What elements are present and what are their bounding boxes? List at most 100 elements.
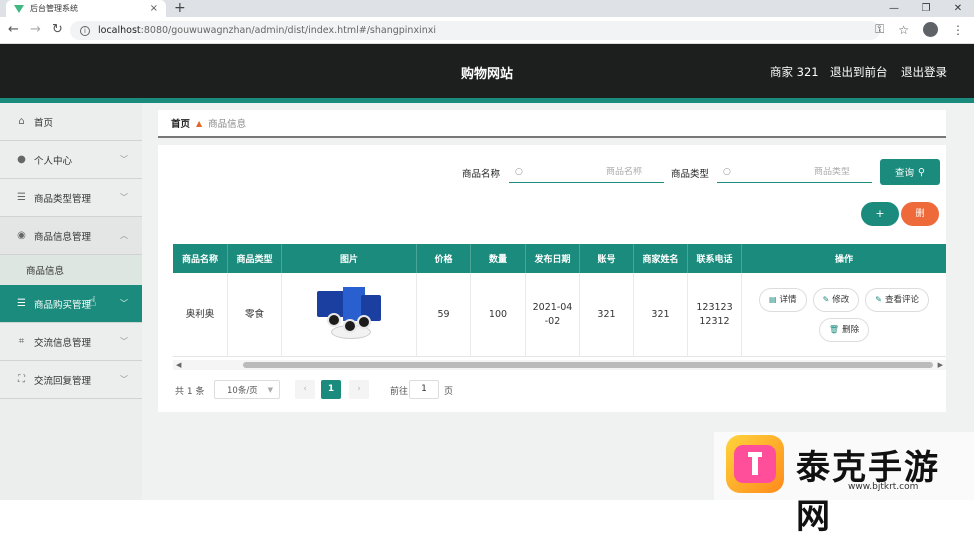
new-tab-icon[interactable]: + (174, 0, 186, 16)
page-number-current[interactable]: 1 (321, 380, 341, 399)
back-to-front-link[interactable]: 退出到前台 (830, 64, 888, 80)
delete-label: 删除 (842, 325, 860, 335)
location-icon: ◉ (17, 230, 26, 241)
more-menu-icon[interactable]: ⋮ (952, 23, 964, 37)
reload-icon[interactable]: ↻ (52, 21, 63, 39)
close-tab-icon[interactable]: × (150, 3, 158, 14)
key-icon[interactable]: ⚿ (875, 22, 884, 37)
cell-date: 2021-04-02 (526, 273, 580, 357)
detail-button[interactable]: ▤ 详情 (758, 288, 807, 312)
profile-avatar-icon[interactable] (923, 22, 938, 37)
goto-label: 前往 (390, 387, 409, 397)
search-icon: ○ (515, 166, 523, 177)
logo-t-stem (752, 455, 758, 475)
product-type-field[interactable]: ○ (717, 161, 872, 183)
sidebar-item-label: 交流回复管理 (34, 375, 92, 387)
logout-link[interactable]: 退出登录 (901, 64, 947, 80)
table-horizontal-scrollbar[interactable]: ◀ ▶ (173, 360, 946, 370)
column-header: 发布日期 (526, 244, 580, 273)
url-text: localhost:8080/gouwuwagnzhan/admin/dist/… (98, 25, 436, 36)
next-page-button[interactable]: › (349, 380, 369, 399)
sidebar-item-purchase[interactable]: ☰ 商品购买管理 ﹀ (0, 285, 142, 323)
vue-logo-icon (14, 4, 24, 13)
prev-page-button[interactable]: ‹ (295, 380, 315, 399)
browser-tab[interactable]: 后台管理系统 × (6, 0, 166, 17)
info-icon[interactable]: i (80, 25, 90, 36)
product-name-input[interactable] (509, 166, 664, 177)
chevron-down-icon: ﹀ (120, 375, 128, 384)
scroll-left-icon[interactable]: ◀ (176, 360, 181, 370)
window-controls: — ❐ ✕ (878, 0, 974, 17)
site-title: 购物网站 (460, 67, 513, 82)
cookie (327, 313, 341, 327)
app-header: 购物网站 商家 321 退出到前台 退出登录 (0, 44, 974, 98)
batch-delete-button[interactable]: 删 (901, 202, 939, 226)
search-icon: ○ (723, 166, 731, 177)
view-reviews-button[interactable]: ✎ 查看评论 (865, 288, 929, 312)
scroll-thumb[interactable] (243, 362, 933, 368)
window-close-icon[interactable]: ✕ (942, 0, 974, 17)
reviews-label: 查看评论 (884, 295, 919, 305)
star-icon[interactable]: ☆ (898, 23, 909, 37)
edit-icon: ✎ (822, 295, 830, 304)
column-header: 价格 (417, 244, 471, 273)
product-type-label: 商品类型 (671, 169, 710, 180)
cell-phone: 12312312312 (688, 273, 742, 357)
delete-button[interactable]: 🗑 删除 (818, 318, 870, 342)
sidebar-item-label: 交流信息管理 (34, 337, 92, 349)
sidebar-item-home[interactable]: ⌂ 首页 (0, 103, 142, 141)
watermark: 泰克手游网 www.bjtkrt.com (714, 432, 974, 537)
breadcrumb-current: 商品信息 (208, 119, 247, 130)
sidebar-item-label: 首页 (34, 117, 54, 129)
sidebar-item-label: 商品购买管理 (34, 299, 92, 311)
column-header: 操作 (834, 255, 853, 265)
cell-operations: ▤ 详情 ✎ 修改 ✎ 查看评论 🗑 删除 (742, 273, 946, 357)
add-button[interactable]: + (861, 202, 899, 226)
list-icon: ☰ (17, 192, 26, 203)
sidebar-item-product-type[interactable]: ☰ 商品类型管理 ﹀ (0, 179, 142, 217)
url-input[interactable]: i localhost:8080/gouwuwagnzhan/admin/dis… (70, 21, 880, 40)
sidebar-item-message[interactable]: ⌗ 交流信息管理 ﹀ (0, 323, 142, 361)
chevron-down-icon: ﹀ (120, 155, 128, 164)
list-icon: ☰ (17, 298, 26, 309)
edit-button[interactable]: ✎ 修改 (812, 288, 860, 312)
product-type-input[interactable] (717, 166, 872, 177)
goto-page-input[interactable]: 1 (409, 380, 439, 399)
user-icon: ● (17, 154, 26, 165)
current-user: 商家 321 (770, 65, 819, 79)
cell-merchant: 321 (634, 273, 688, 357)
cookie (357, 315, 371, 329)
breadcrumb-home[interactable]: 首页 (171, 116, 190, 130)
search-icon: ⚲ (918, 166, 925, 178)
scroll-right-icon[interactable]: ▶ (938, 360, 943, 370)
sidebar-item-reply[interactable]: ⛶ 交流回复管理 ﹀ (0, 361, 142, 399)
column-header: 商品类型 (228, 244, 282, 273)
restore-icon[interactable]: ❐ (910, 0, 942, 17)
page-size-select[interactable]: 10条/页 ▼ (214, 380, 280, 399)
document-icon: ▤ (768, 295, 777, 304)
browser-tabbar: 后台管理系统 × + — ❐ ✕ (0, 0, 974, 17)
tab-title: 后台管理系统 (30, 4, 78, 13)
back-icon[interactable]: ← (8, 21, 19, 39)
minimize-icon[interactable]: — (878, 0, 910, 17)
product-image (313, 285, 385, 345)
forward-icon[interactable]: → (30, 21, 41, 39)
edit-icon: ✎ (875, 295, 882, 304)
sidebar-subitem-product-info[interactable]: 商品信息 (0, 255, 142, 285)
watermark-url: www.bjtkrt.com (848, 482, 919, 492)
query-button[interactable]: 查询 ⚲ (880, 159, 940, 185)
table-row: 奥利奥 零食 59 100 2021-04-02 321 321 1231231… (173, 273, 946, 357)
sidebar-item-personal-center[interactable]: ● 个人中心 ﹀ (0, 141, 142, 179)
breadcrumb-separator-icon: ▲ (196, 118, 203, 128)
column-header: 商家姓名 (634, 244, 688, 273)
table-header: 商品名称 商品类型 图片 价格 数量 发布日期 账号 商家姓名 联系电话 操作 (173, 244, 946, 273)
column-header: 联系电话 (688, 244, 742, 273)
browser-actions: ⚿ ☆ ⋮ (875, 22, 964, 37)
breadcrumb: 首页 ▲ 商品信息 (158, 110, 946, 138)
sidebar-item-label: 个人中心 (34, 155, 73, 167)
address-bar-row: ← → ↻ i localhost:8080/gouwuwagnzhan/adm… (0, 17, 974, 44)
product-name-field[interactable]: ○ (509, 161, 664, 183)
sidebar-item-product-info[interactable]: ◉ 商品信息管理 ︿ (0, 217, 142, 255)
chevron-down-icon: ﹀ (120, 299, 128, 308)
query-button-label: 查询 (895, 168, 915, 179)
